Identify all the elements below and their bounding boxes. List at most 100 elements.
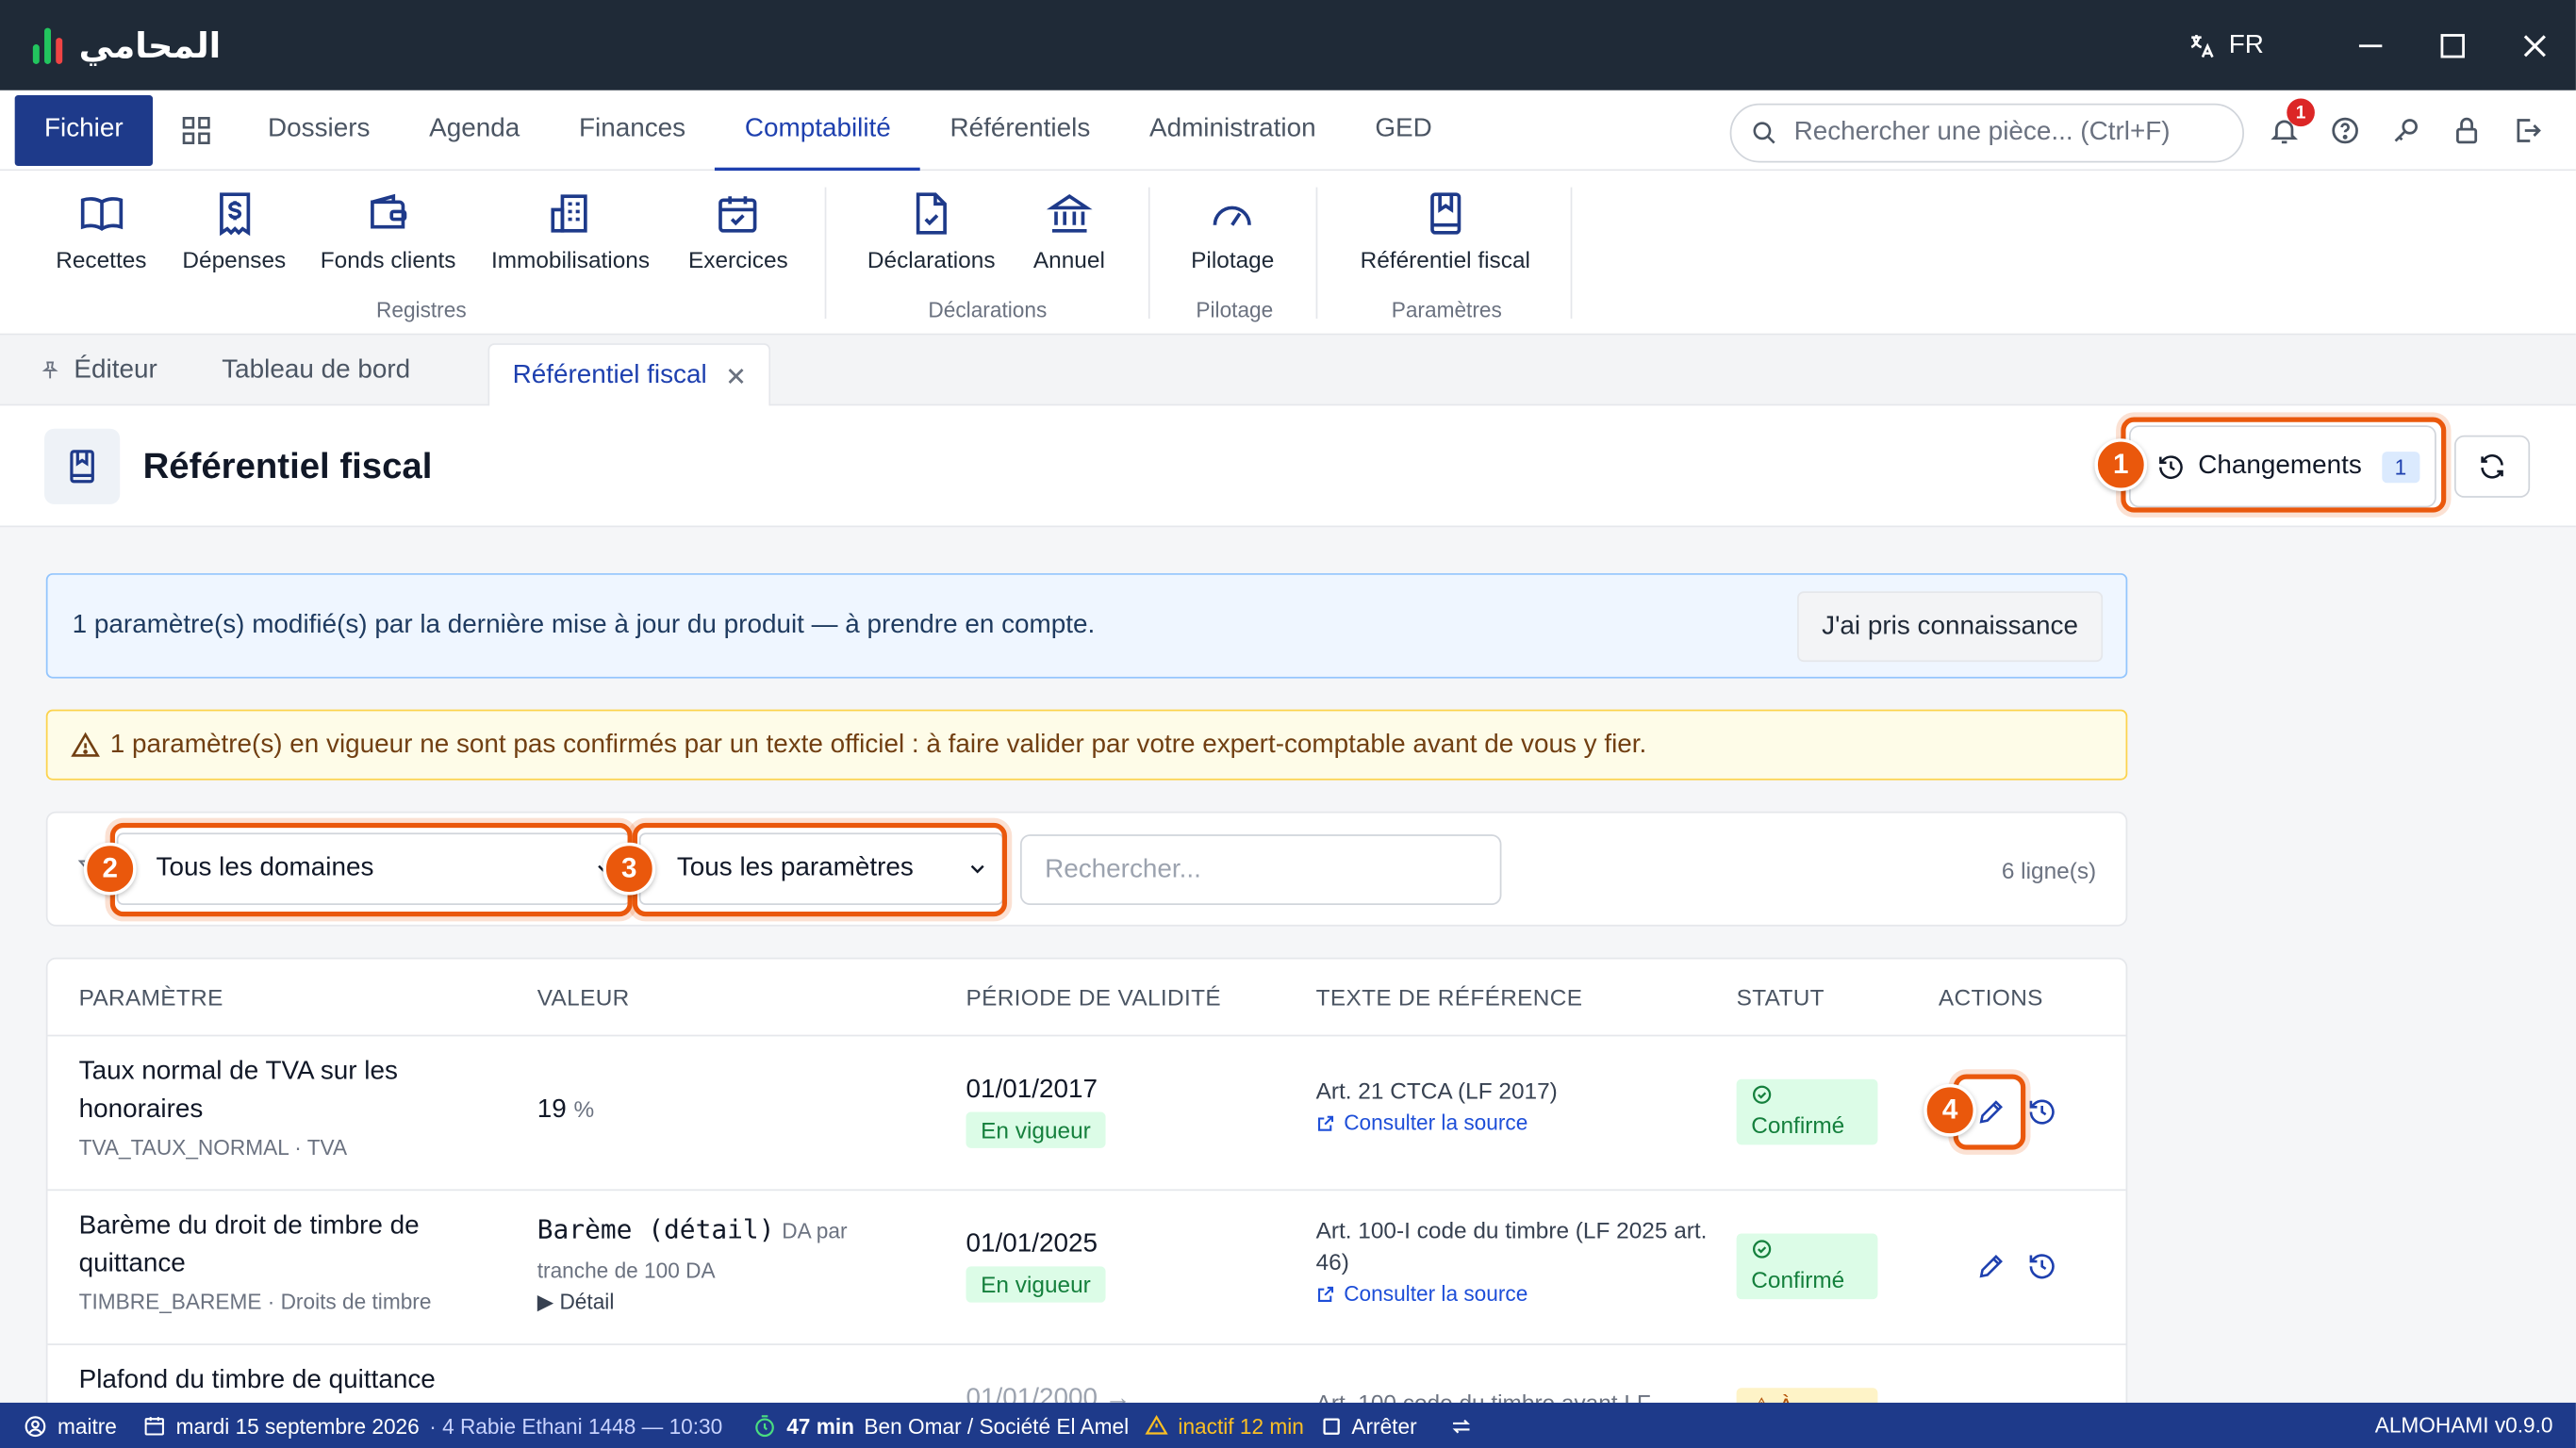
header-periode: PÉRIODE DE VALIDITÉ (966, 983, 1221, 1011)
status-label: Confirmé (1751, 1266, 1845, 1293)
menu-referentiels[interactable]: Référentiels (920, 90, 1119, 170)
step-marker-2: 2 (83, 842, 137, 896)
ribbon-referentiel-fiscal-button[interactable]: Référentiel fiscal (1361, 190, 1530, 272)
source-link[interactable]: Consulter la source (1316, 1281, 1527, 1306)
table-search-input[interactable]: Rechercher... (1019, 834, 1502, 906)
param-value-unit: DA par (782, 1218, 848, 1243)
receipt-dollar-icon (219, 192, 250, 237)
param-name: Taux normal de TVA sur les honoraires (78, 1058, 398, 1124)
ribbon-annuel-button[interactable]: Annuel (1033, 190, 1105, 272)
logout-icon (2517, 119, 2541, 142)
ribbon-exercices-button[interactable]: Exercices (688, 190, 788, 272)
book-bookmark-icon (1429, 192, 1461, 235)
ribbon-annuel-label: Annuel (1032, 246, 1105, 273)
domain-select-value: Tous les domaines (156, 853, 374, 882)
wallet-icon (371, 193, 407, 229)
language-switcher[interactable]: FR (2186, 30, 2264, 59)
history-button[interactable] (2024, 1091, 2060, 1133)
logout-button[interactable] (2497, 115, 2557, 146)
app-window: المحامي FR Fichier Dossiers Agenda Finan… (0, 0, 2576, 1448)
stop-icon (1322, 1417, 1340, 1434)
lock-button[interactable] (2436, 115, 2497, 146)
info-banner: 1 paramètre(s) modifié(s) par la dernièr… (45, 573, 2128, 679)
menu-agenda[interactable]: Agenda (400, 90, 550, 170)
page-icon (44, 428, 121, 504)
ribbon-separator (1315, 187, 1318, 320)
warning-icon (71, 731, 100, 756)
ribbon-separator (1570, 187, 1573, 320)
status-user[interactable]: maitre (23, 1413, 117, 1438)
edit-button[interactable] (1973, 1245, 2009, 1288)
table-header: PARAMÈTRE VALEUR PÉRIODE DE VALIDITÉ TEX… (47, 960, 2126, 1037)
help-button[interactable] (2315, 115, 2375, 146)
parameter-select[interactable]: Tous les paramètres (638, 832, 1004, 906)
header-parametre: PARAMÈTRE (78, 983, 223, 1011)
param-value-unit: % (573, 1095, 595, 1122)
ribbon-fonds-clients-label: Fonds clients (320, 246, 456, 273)
global-search[interactable] (1729, 103, 2244, 163)
refresh-button[interactable] (2453, 435, 2531, 498)
global-search-input[interactable] (1793, 118, 2221, 148)
key-button[interactable] (2375, 115, 2436, 146)
switch-button[interactable] (1449, 1413, 1474, 1438)
source-link[interactable]: Consulter la source (1316, 1110, 1528, 1135)
edit-button[interactable] (1973, 1091, 2009, 1133)
info-banner-text: 1 paramètre(s) modifié(s) par la dernièr… (72, 611, 1096, 639)
status-inactive-text: inactif 12 min (1178, 1413, 1304, 1439)
close-window-button[interactable] (2494, 0, 2576, 90)
tab-editeur[interactable]: Éditeur (40, 335, 157, 405)
menu-ged[interactable]: GED (1346, 90, 1461, 170)
ribbon-separator (1148, 187, 1150, 320)
history-icon (2029, 1099, 2055, 1125)
file-check-icon (916, 192, 947, 235)
menu-dossiers[interactable]: Dossiers (239, 90, 400, 170)
tab-tableau-de-bord[interactable]: Tableau de bord (222, 335, 410, 405)
ribbon-pilotage-button[interactable]: Pilotage (1191, 190, 1274, 272)
step-marker-1: 1 (2094, 438, 2148, 491)
status-hijri-time: · 4 Rabie Ethani 1448 — 10:30 (429, 1413, 723, 1439)
changes-button[interactable]: Changements 1 (2129, 425, 2436, 508)
history-button[interactable] (2024, 1245, 2060, 1288)
app-logo: المحامي (32, 25, 221, 65)
ribbon-immobilisations-label: Immobilisations (490, 246, 651, 273)
status-client: Ben Omar / Société El Amel (864, 1413, 1130, 1439)
ribbon-group-declarations: Déclarations (928, 297, 1048, 322)
ribbon-referentiel-fiscal-label: Référentiel fiscal (1360, 246, 1530, 273)
ribbon-fonds-clients-button[interactable]: Fonds clients (320, 190, 456, 273)
domain-select[interactable]: Tous les domaines (116, 832, 632, 906)
close-tab-icon[interactable] (727, 366, 747, 386)
grid-icon (181, 116, 209, 144)
check-circle-icon (1752, 1085, 1772, 1104)
menu-administration[interactable]: Administration (1120, 90, 1346, 170)
search-icon (1753, 122, 1775, 144)
tab-referentiel-fiscal[interactable]: Référentiel fiscal (487, 343, 771, 408)
lock-icon (2456, 117, 2478, 144)
acknowledge-button[interactable]: J'ai pris connaissance (1797, 591, 2104, 663)
menu-comptabilite[interactable]: Comptabilité (715, 90, 921, 171)
ribbon-depenses-button[interactable]: Dépenses (182, 190, 286, 272)
detail-toggle[interactable]: ▶ Détail (537, 1290, 615, 1316)
maximize-button[interactable] (2412, 0, 2494, 90)
ribbon-immobilisations-button[interactable]: Immobilisations (491, 190, 650, 272)
header-valeur: VALEUR (537, 983, 630, 1011)
ribbon-recettes-button[interactable]: Recettes (56, 190, 147, 272)
source-link-label: Consulter la source (1344, 1110, 1528, 1135)
minimize-button[interactable] (2330, 0, 2412, 90)
status-badge: Confirmé (1736, 1233, 1878, 1300)
ribbon-toolbar: Recettes Dépenses Fonds clients Immobili… (0, 171, 2576, 336)
tab-editeur-label: Éditeur (74, 355, 157, 384)
ribbon-declarations-button[interactable]: Déclarations (867, 190, 996, 272)
fichier-menu-button[interactable]: Fichier (14, 94, 154, 166)
apps-grid-button[interactable] (153, 116, 239, 144)
menu-finances[interactable]: Finances (550, 90, 716, 170)
ribbon-separator (824, 187, 827, 320)
notifications-button[interactable]: 1 (2254, 98, 2315, 146)
stop-timer-button[interactable]: Arrêter (1320, 1413, 1417, 1438)
pencil-icon (1979, 1100, 2003, 1124)
filter-bar: Tous les domaines Tous les paramètres Re… (45, 811, 2128, 927)
status-inactive: inactif 12 min (1145, 1413, 1304, 1439)
validity-badge: En vigueur (966, 1266, 1106, 1303)
page-title: Référentiel fiscal (142, 445, 433, 486)
parameter-select-value: Tous les paramètres (676, 853, 914, 882)
row-count: 6 ligne(s) (2001, 857, 2097, 884)
